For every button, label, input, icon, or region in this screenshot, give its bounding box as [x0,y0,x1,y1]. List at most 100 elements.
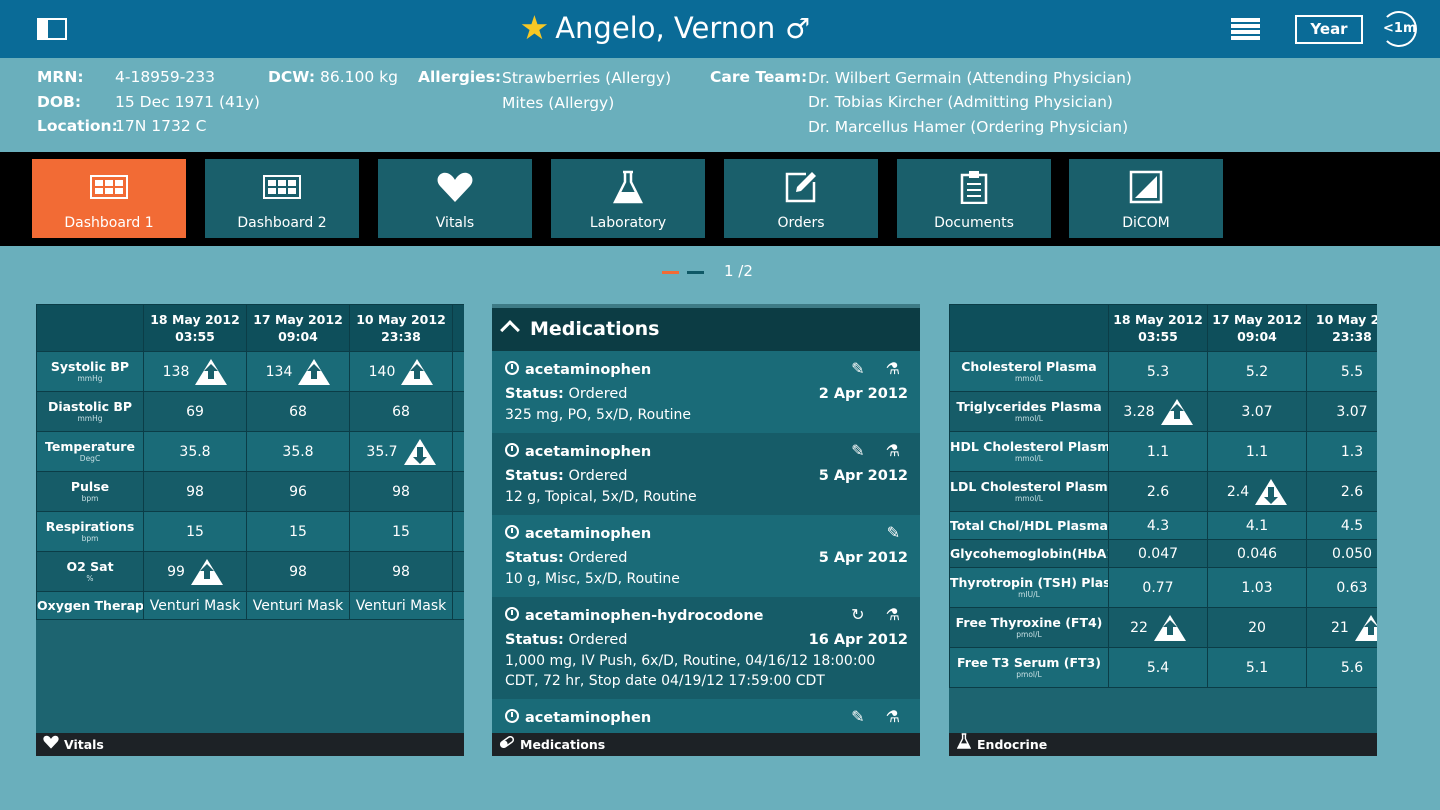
care-team-member: Dr. Marcellus Hamer (Ordering Physician) [808,118,1129,136]
tile-dashboard-1[interactable]: Dashboard 1 [32,159,186,238]
table-row[interactable]: Temperature DegC 35.8 35.8 35.7 [36,431,464,472]
warning-up-icon [195,358,228,385]
corner-cell [949,304,1109,352]
warning-down-icon [403,438,436,465]
clock-icon [505,607,519,621]
vitals-panel-footer[interactable]: Vitals [36,733,464,756]
endocrine-panel-footer[interactable]: Endocrine [949,733,1377,756]
table-row[interactable]: Thyrotropin (TSH) PlasmamIU/L 0.77 1.03 … [949,567,1377,608]
clock-icon [505,443,519,457]
location-value: 17N 1732 C [115,117,207,135]
clipboard-icon [897,171,1051,204]
dashboard-icon [32,171,186,203]
tile-vitals[interactable]: Vitals [378,159,532,238]
flask-icon [551,170,705,204]
vitals-panel: 18 May 2012 03:55 17 May 2012 09:04 10 May… [36,304,464,756]
nav-strip: Dashboard 1 Dashboard 2 Vitals Laborator… [0,152,1440,246]
action-icons[interactable]: ✎ ⚗ [851,441,908,460]
top-bar: ★ Angelo, Vernon ♂ Year <1m [0,0,1440,58]
table-row[interactable]: Total Chol/HDL Plasma 4.3 4.1 4.5 [949,511,1377,540]
corner-cell [36,304,144,352]
dcw-value: 86.100 kg [320,68,398,86]
dashboard-icon [205,171,359,203]
tile-dashboard-2[interactable]: Dashboard 2 [205,159,359,238]
action-icons[interactable]: ↻ ⚗ [851,605,908,624]
action-icons[interactable]: ✎ ⚗ [851,359,908,378]
heart-icon [42,733,60,756]
flask-icon [955,733,973,756]
medications-header[interactable]: Medications [492,304,920,351]
favorite-star-icon[interactable]: ★ [520,8,550,47]
pill-icon [498,733,516,756]
warning-up-icon [298,358,331,385]
medication-item[interactable]: acetaminophen ✎ ⚗ Status: Ordered 5 Apr 2… [492,433,920,515]
patient-name: Angelo, Vernon [555,11,776,45]
warning-up-icon [1153,614,1186,641]
clock-icon [505,709,519,723]
care-team-member: Dr. Wilbert Germain (Attending Physician… [808,69,1132,87]
table-row[interactable]: Diastolic BP mmHg 69 68 68 [36,391,464,432]
patient-info: MRN: 4-18959-233 DOB: 15 Dec 1971 (41y) … [0,58,1440,152]
location-label: Location: [37,117,118,135]
tile-orders[interactable]: Orders [724,159,878,238]
endocrine-panel: 18 May 2012 03:55 17 May 2012 09:04 10 May… [949,304,1377,756]
table-row[interactable]: O2 Sat% 99 98 98 [36,551,464,592]
pager-dot-active[interactable] [662,271,679,274]
patient-title: ★ Angelo, Vernon ♂ [0,8,1330,49]
column-header: 17 May 2012 09:04 [246,304,350,352]
care-team-member: Dr. Tobias Kircher (Admitting Physician) [808,93,1113,111]
tile-dicom[interactable]: DiCOM [1069,159,1223,238]
table-row[interactable]: Cholesterol Plasma mmol/L 5.3 5.2 5.5 [949,351,1377,392]
action-icons[interactable]: ✎ ⚗ [851,707,908,726]
table-row[interactable]: Free T3 Serum (FT3) pmol/L 5.4 5.1 5.6 [949,647,1377,688]
dob-label: DOB: [37,93,82,111]
year-button[interactable]: Year [1295,15,1363,44]
male-gender-icon: ♂ [785,12,811,45]
warning-up-icon [1160,398,1193,425]
edit-icon [724,171,878,203]
clock-icon [505,361,519,375]
column-header: 18 May 2012 03:55 [1108,304,1208,352]
mrn-value: 4-18959-233 [115,68,215,86]
tile-laboratory[interactable]: Laboratory [551,159,705,238]
vitals-table: 18 May 2012 03:55 17 May 2012 09:04 10 May… [36,304,464,620]
allergy-item: Mites (Allergy) [502,94,615,112]
column-header: 10 May 2023:38 [1306,304,1377,352]
table-row[interactable]: HDL Cholesterol Plasma mmol/L 1.1 1.1 1.3 [949,431,1377,472]
medication-item[interactable]: acetaminophen ✎ ⚗ Status: Ordered 2 Apr 2… [492,351,920,433]
table-row[interactable]: LDL Cholesterol Plasma mmol/L 2.6 2.4 2.6 [949,471,1377,512]
clock-icon [505,525,519,539]
column-header: 18 May 2012 03:55 [143,304,247,352]
table-row[interactable]: Oxygen Therapy Venturi Mask Venturi Mask… [36,591,464,620]
chevron-up-icon[interactable] [500,320,520,340]
pager-text: 1 /2 [724,262,753,280]
warning-up-icon [190,558,223,585]
table-row[interactable]: Free Thyroxine (FT4) pmol/L 22 20 21 [949,607,1377,648]
endocrine-table: 18 May 2012 03:55 17 May 2012 09:04 10 May… [949,304,1377,688]
table-row[interactable]: Pulse bpm 98 96 98 [36,471,464,512]
table-row[interactable]: Glycohemoglobin(HbA1c) 0.047 0.046 0.050 [949,539,1377,568]
tile-label: DiCOM [1122,215,1170,231]
heart-icon [378,171,532,203]
column-header: 17 May 2012 09:04 [1207,304,1307,352]
table-row[interactable]: Respirations bpm 15 15 15 [36,511,464,552]
medications-panel: Medications acetaminophen ✎ ⚗ Status: Or… [492,304,920,756]
medication-item[interactable]: acetaminophen-hydrocodone ↻ ⚗ Status: Or… [492,597,920,699]
tile-documents[interactable]: Documents [897,159,1051,238]
tile-label: Orders [777,215,825,231]
list-view-icon[interactable] [1227,18,1260,42]
table-row[interactable]: Systolic BP mmHg 138 134 140 [36,351,464,392]
medication-item[interactable]: acetaminophen ✎ Status: Ordered 5 Apr 201… [492,515,920,597]
action-icons[interactable]: ✎ [887,523,908,542]
allergies-label: Allergies: [418,68,502,86]
pager-dot[interactable] [687,271,704,274]
warning-up-icon [401,358,434,385]
image-icon [1069,170,1223,204]
dcw-label: DCW: [268,68,316,86]
refresh-button[interactable]: <1m [1381,11,1417,47]
medications-panel-footer[interactable]: Medications [492,733,920,756]
tile-label: Dashboard 2 [237,215,327,231]
table-row[interactable]: Triglycerides Plasma mmol/L 3.28 3.07 3.0… [949,391,1377,432]
allergy-item: Strawberries (Allergy) [502,69,672,87]
care-team-label: Care Team: [710,68,808,86]
